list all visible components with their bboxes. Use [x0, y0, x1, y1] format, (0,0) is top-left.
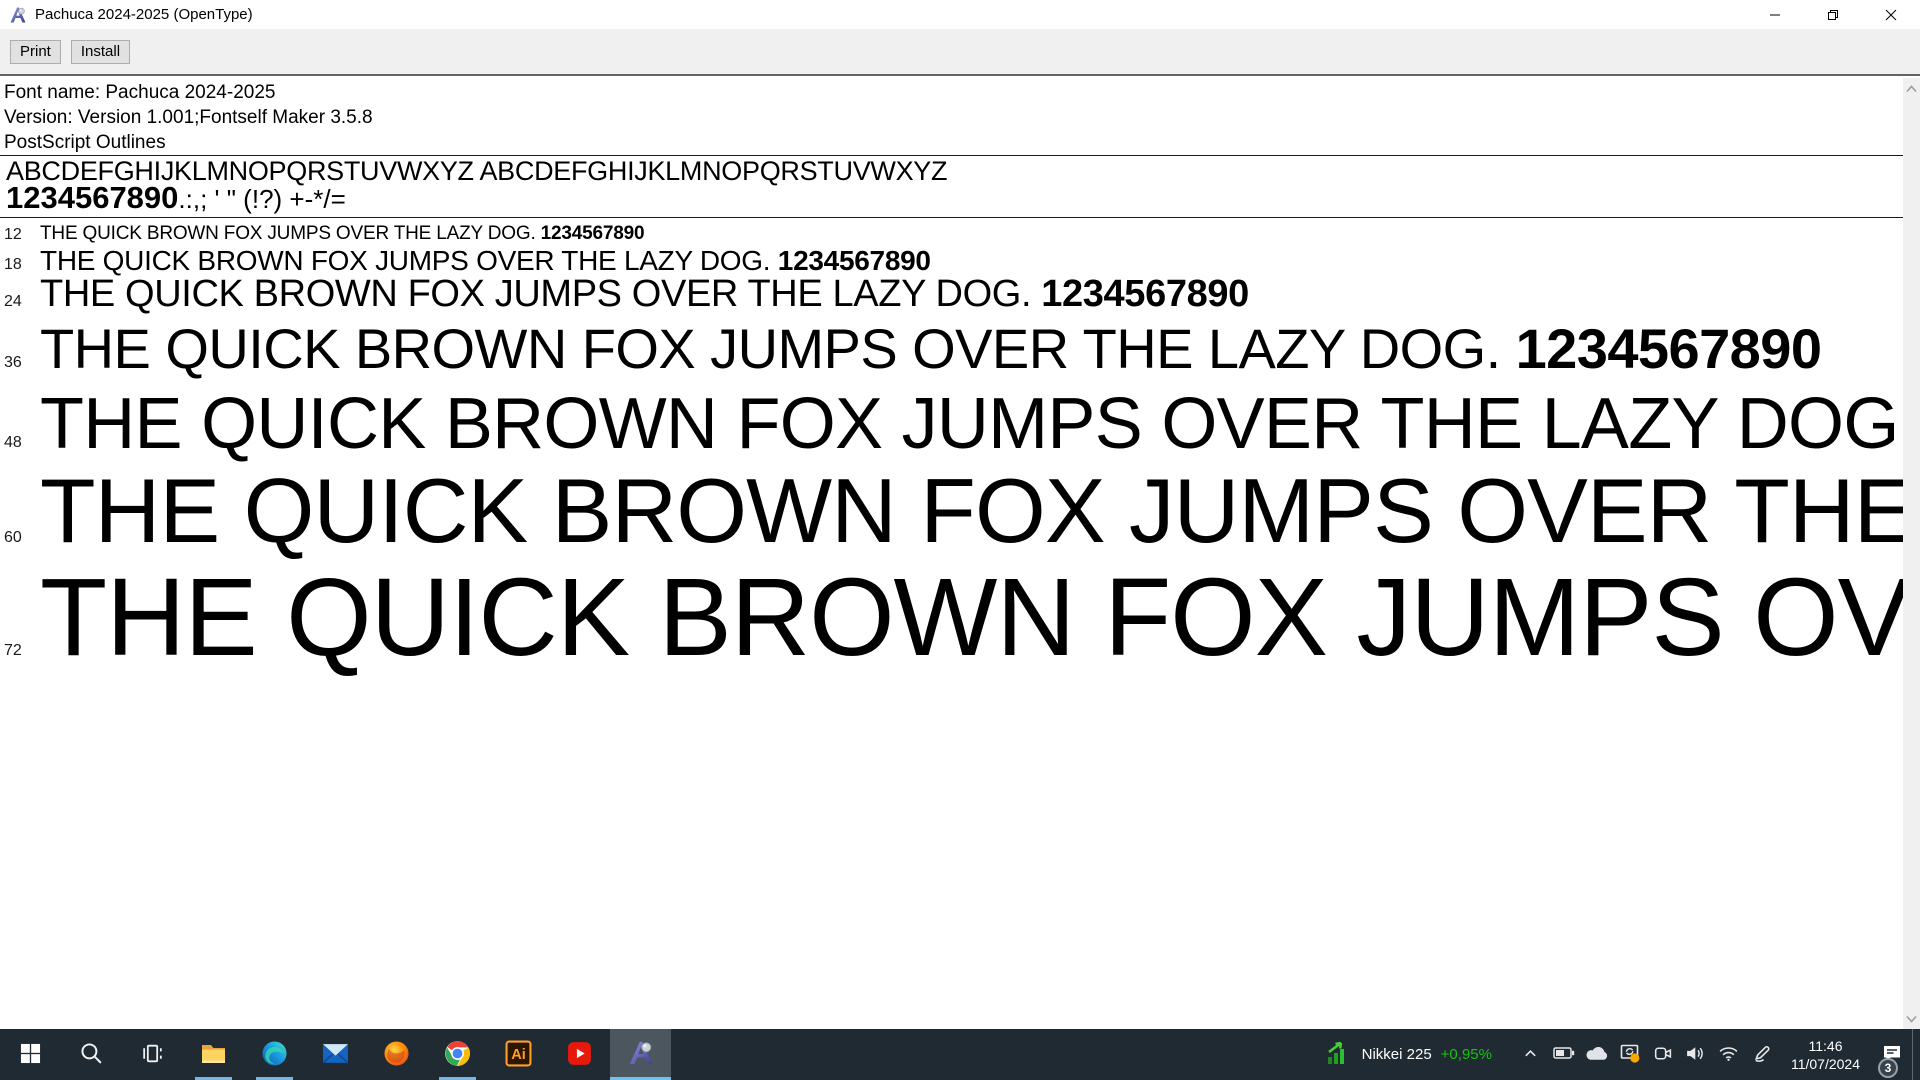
search-icon: [79, 1041, 104, 1069]
taskbar-firefox-button[interactable]: [366, 1029, 427, 1080]
display-sync-icon: [1619, 1042, 1641, 1067]
onedrive-button[interactable]: [1584, 1029, 1610, 1080]
size-label: 12: [4, 227, 22, 243]
taskbar-mail-button[interactable]: [305, 1029, 366, 1080]
sample-text: THE QUICK BROWN FOX JUMPS OVER THE LAZY …: [40, 563, 1920, 673]
mail-icon: [322, 1042, 349, 1068]
show-desktop-button[interactable]: [1912, 1029, 1920, 1080]
sample-text: THE QUICK BROWN FOX JUMPS OVER THE LAZY …: [40, 275, 1249, 313]
font-name-line: Font name: Pachuca 2024-2025: [4, 82, 275, 104]
version-line: Version: Version 1.001;Fontself Maker 3.…: [4, 107, 373, 129]
taskbar-youtube-button[interactable]: [549, 1029, 610, 1080]
chevron-up-icon: [1523, 1046, 1538, 1064]
windows-ink-button[interactable]: [1749, 1029, 1775, 1080]
windows-ink-pen-icon: [1752, 1044, 1771, 1066]
firefox-icon: [383, 1040, 410, 1070]
preview-row-24: 24 THE QUICK BROWN FOX JUMPS OVER THE LA…: [0, 275, 1920, 313]
edge-icon: [261, 1040, 288, 1070]
taskbar-task-view-button[interactable]: [122, 1029, 183, 1080]
taskbar-right-section: Nikkei 225 +0,95%: [1313, 1029, 1920, 1080]
scroll-down-arrow-icon[interactable]: [1903, 1010, 1920, 1027]
sample-text: THE QUICK BROWN FOX JUMPS OVER THE LAZY …: [40, 388, 1920, 460]
preview-row-72: 72 THE QUICK BROWN FOX JUMPS OVER THE LA…: [0, 563, 1920, 673]
install-button[interactable]: Install: [71, 40, 130, 64]
sample-text: THE QUICK BROWN FOX JUMPS OVER THE LAZY …: [40, 247, 931, 275]
system-tray: [1518, 1029, 1775, 1080]
svg-text:Ai: Ai: [511, 1047, 526, 1063]
charset-digits: 1234567890: [6, 180, 178, 215]
wifi-icon: [1718, 1045, 1739, 1065]
taskbar-start-button[interactable]: [0, 1029, 61, 1080]
meet-now-button[interactable]: [1650, 1029, 1676, 1080]
titlebar: Pachuca 2024-2025 (OpenType): [0, 0, 1920, 29]
stock-ticker-widget[interactable]: Nikkei 225 +0,95%: [1313, 1029, 1504, 1080]
preview-row-36: 36 THE QUICK BROWN FOX JUMPS OVER THE LA…: [0, 321, 1920, 377]
size-label: 72: [4, 643, 22, 659]
window-controls: [1746, 0, 1920, 29]
screen: Pachuca 2024-2025 (OpenType) Print Insta…: [0, 0, 1920, 1080]
font-viewer-window: Pachuca 2024-2025 (OpenType) Print Insta…: [0, 0, 1920, 1029]
size-label: 48: [4, 435, 22, 451]
preview-row-48: 48 THE QUICK BROWN FOX JUMPS OVER THE LA…: [0, 388, 1920, 460]
close-button[interactable]: [1862, 0, 1920, 29]
volume-button[interactable]: [1683, 1029, 1709, 1080]
charset-punctuation: .:,; ' " (!?) +-*/=: [178, 184, 345, 214]
stock-name: Nikkei 225: [1362, 1046, 1432, 1063]
preview-row-18: 18 THE QUICK BROWN FOX JUMPS OVER THE LA…: [0, 247, 1920, 275]
minimize-button[interactable]: [1746, 0, 1804, 29]
font-viewer-icon: [626, 1038, 656, 1071]
size-label: 36: [4, 355, 22, 371]
print-button[interactable]: Print: [10, 40, 61, 64]
taskbar-file-explorer-button[interactable]: [183, 1029, 244, 1080]
chrome-icon: [444, 1040, 471, 1070]
preview-row-12: 12 THE QUICK BROWN FOX JUMPS OVER THE LA…: [0, 224, 1920, 243]
charset-symbols: 1234567890.:,; ' " (!?) +-*/=: [6, 182, 346, 213]
divider: [0, 217, 1903, 218]
taskbar-illustrator-button[interactable]: Ai: [488, 1029, 549, 1080]
battery-button[interactable]: [1551, 1029, 1577, 1080]
speaker-icon: [1685, 1045, 1706, 1065]
display-sync-button[interactable]: [1617, 1029, 1643, 1080]
battery-icon: [1553, 1046, 1575, 1063]
file-explorer-icon: [200, 1041, 227, 1068]
size-label: 24: [4, 294, 22, 310]
taskbar-chrome-button[interactable]: [427, 1029, 488, 1080]
preview-row-60: 60 THE QUICK BROWN FOX JUMPS OVER THE LA…: [0, 466, 1920, 557]
toolbar: Print Install: [0, 29, 1920, 76]
meet-now-camera-icon: [1652, 1043, 1673, 1067]
network-button[interactable]: [1716, 1029, 1742, 1080]
action-center-button[interactable]: 3: [1872, 1029, 1912, 1080]
scroll-up-arrow-icon[interactable]: [1903, 80, 1920, 97]
font-preview-content: Font name: Pachuca 2024-2025 Version: Ve…: [0, 76, 1920, 1029]
youtube-icon: [566, 1040, 593, 1070]
hidden-icons-button[interactable]: [1518, 1029, 1544, 1080]
onedrive-cloud-icon: [1585, 1046, 1608, 1064]
notification-badge: 3: [1878, 1058, 1898, 1078]
size-label: 60: [4, 530, 22, 546]
taskbar-edge-button[interactable]: [244, 1029, 305, 1080]
sample-text: THE QUICK BROWN FOX JUMPS OVER THE LAZY …: [40, 321, 1821, 377]
sample-text: THE QUICK BROWN FOX JUMPS OVER THE LAZY …: [40, 466, 1920, 557]
task-view-icon: [140, 1041, 165, 1069]
clock-date: 11/07/2024: [1791, 1055, 1860, 1073]
taskbar-search-button[interactable]: [61, 1029, 122, 1080]
taskbar: Ai: [0, 1029, 1920, 1080]
vertical-scrollbar[interactable]: [1903, 78, 1920, 1029]
stock-chart-icon: [1325, 1039, 1353, 1070]
size-label: 18: [4, 257, 22, 273]
outline-type-line: PostScript Outlines: [4, 132, 166, 154]
illustrator-icon: Ai: [505, 1040, 532, 1070]
stock-change: +0,95%: [1441, 1046, 1492, 1063]
clock-time: 11:46: [1791, 1037, 1860, 1055]
taskbar-clock[interactable]: 11:46 11/07/2024: [1785, 1037, 1866, 1073]
taskbar-font-viewer-button[interactable]: [610, 1029, 671, 1080]
start-icon: [20, 1043, 41, 1067]
font-viewer-app-icon: [8, 5, 28, 25]
sample-text: THE QUICK BROWN FOX JUMPS OVER THE LAZY …: [40, 224, 644, 243]
window-title: Pachuca 2024-2025 (OpenType): [35, 6, 253, 23]
restore-button[interactable]: [1804, 0, 1862, 29]
